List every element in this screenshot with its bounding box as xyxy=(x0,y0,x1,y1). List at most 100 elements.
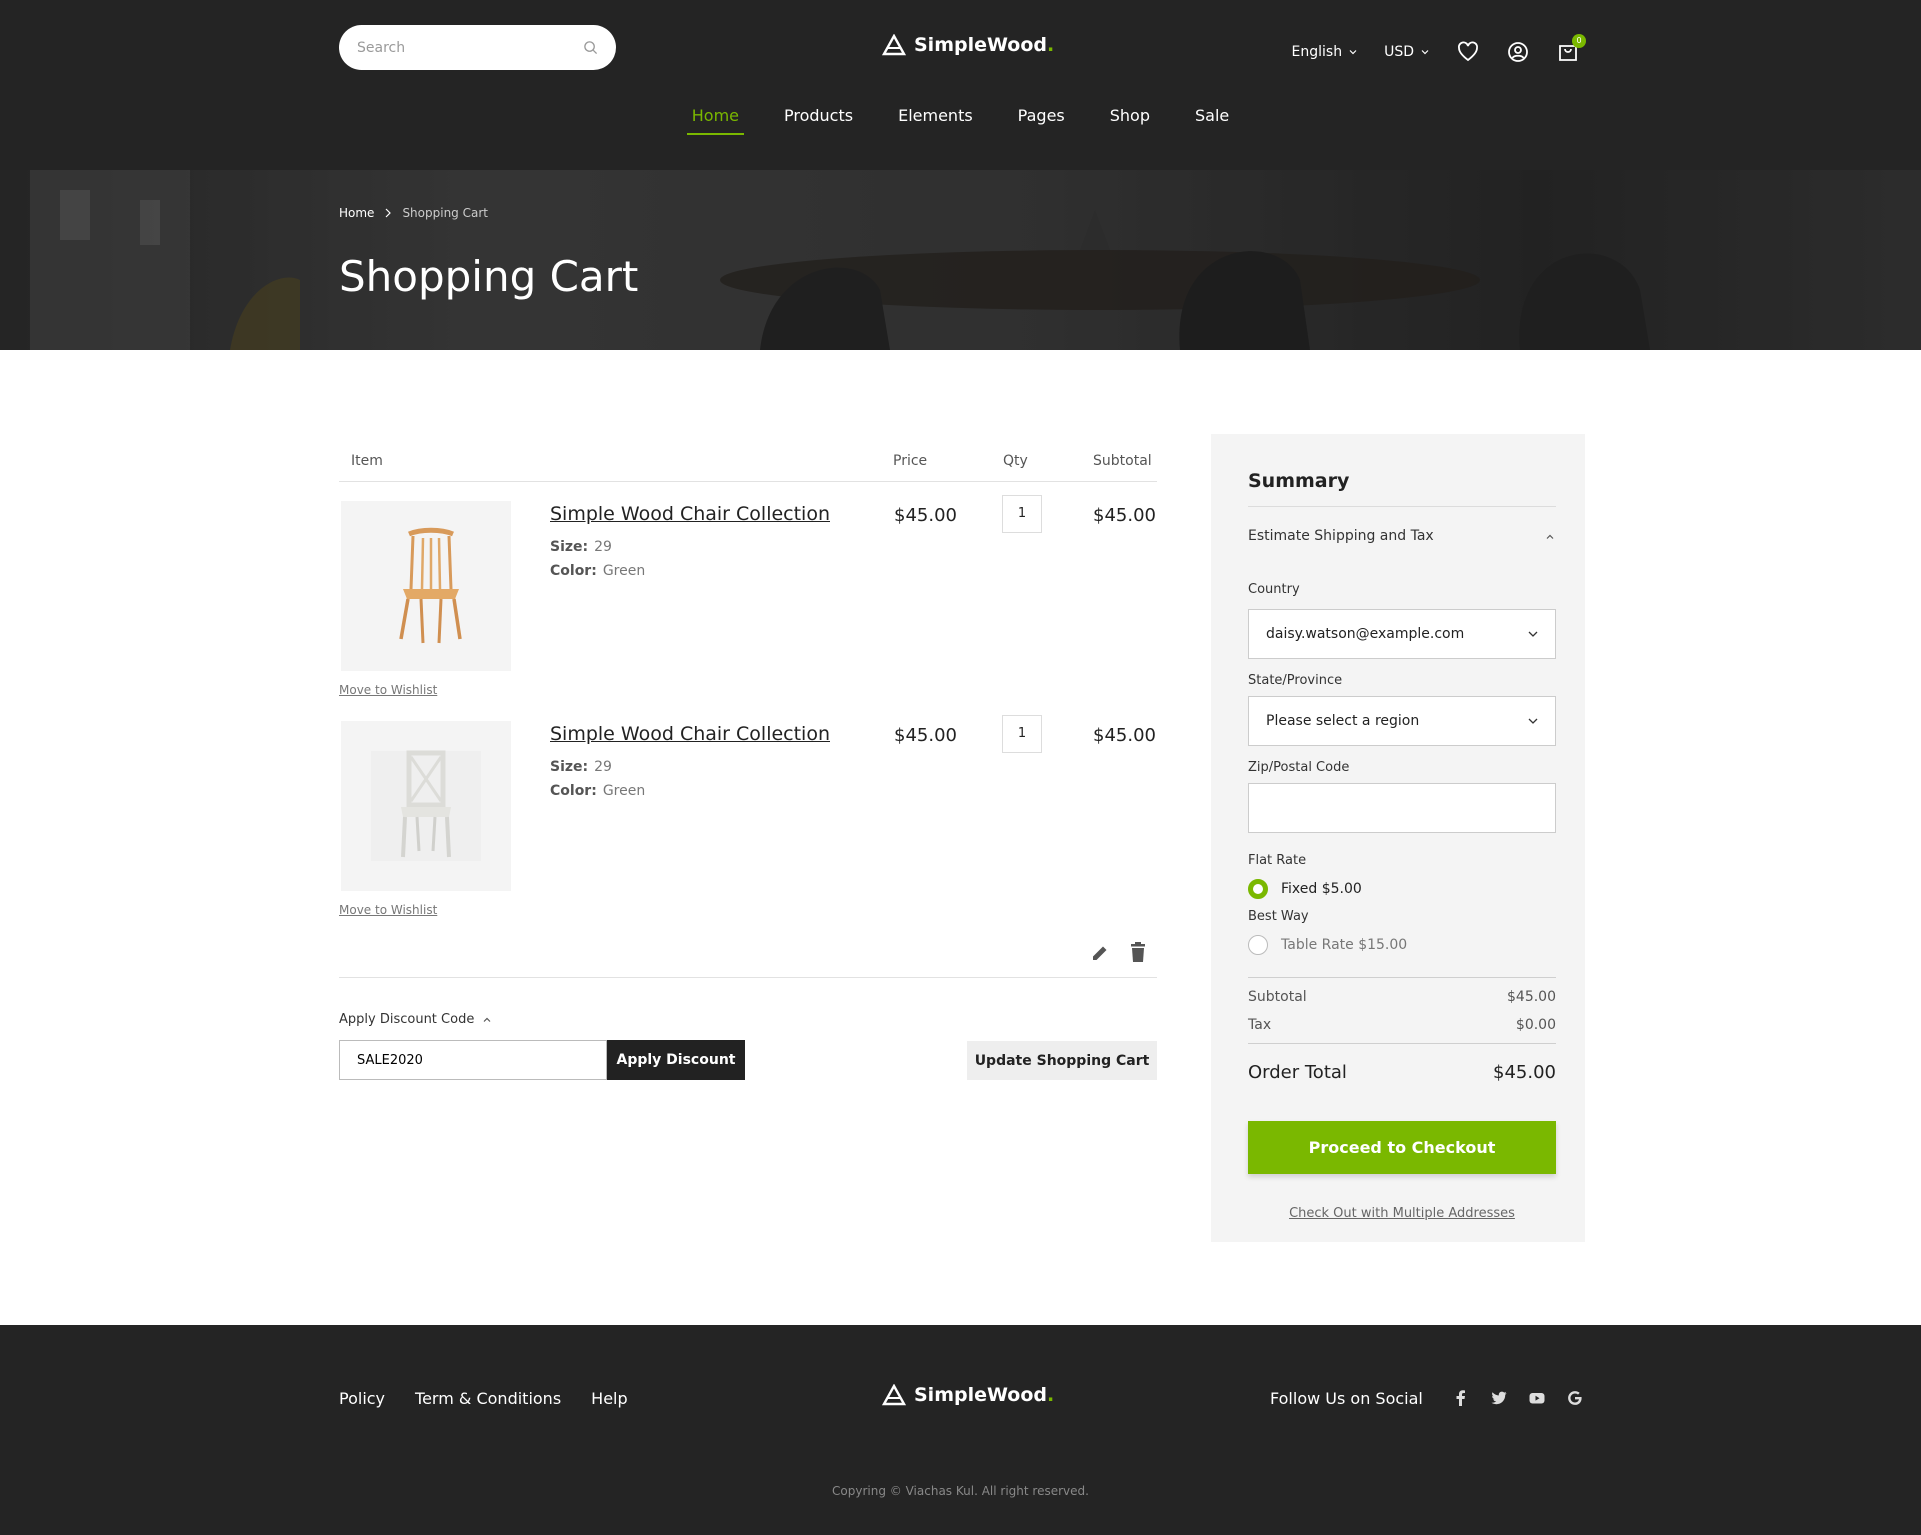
product-color: Color: Green xyxy=(550,783,645,799)
product-image[interactable] xyxy=(341,721,511,891)
heart-icon[interactable] xyxy=(1456,40,1480,64)
size-label: Size: xyxy=(550,539,589,555)
discount-toggle[interactable]: Apply Discount Code xyxy=(339,1012,492,1027)
flat-rate-label: Flat Rate xyxy=(1248,853,1307,868)
product-size: Size: 29 xyxy=(550,539,612,555)
edit-icon[interactable] xyxy=(1090,943,1110,963)
chevron-down-icon xyxy=(1421,50,1429,55)
currency-label: USD xyxy=(1384,44,1414,60)
nav-pages[interactable]: Pages xyxy=(1013,106,1070,135)
order-summary: Summary Estimate Shipping and Tax Countr… xyxy=(1211,434,1585,1242)
state-select[interactable]: Please select a region xyxy=(1248,696,1556,746)
item-price: $45.00 xyxy=(894,725,957,746)
cart-button[interactable]: 0 xyxy=(1556,34,1586,64)
estimate-shipping-toggle[interactable]: Estimate Shipping and Tax xyxy=(1248,528,1434,544)
breadcrumb: Home Shopping Cart xyxy=(339,206,488,220)
brand-dot: . xyxy=(1046,1384,1055,1406)
twitter-icon[interactable] xyxy=(1490,1389,1508,1407)
google-icon[interactable] xyxy=(1566,1389,1584,1407)
update-cart-button[interactable]: Update Shopping Cart xyxy=(967,1041,1157,1080)
nav-home[interactable]: Home xyxy=(686,106,744,135)
table-rate-radio[interactable] xyxy=(1248,935,1268,955)
tax-label: Tax xyxy=(1248,1017,1272,1033)
state-label: State/Province xyxy=(1248,673,1343,688)
table-divider xyxy=(339,481,1157,482)
color-label: Color: xyxy=(550,783,597,799)
nav-sale[interactable]: Sale xyxy=(1190,106,1234,135)
flat-rate-option[interactable]: Fixed $5.00 xyxy=(1281,881,1362,897)
search-input[interactable] xyxy=(357,25,577,70)
user-icon[interactable] xyxy=(1506,40,1530,64)
move-to-wishlist-link[interactable]: Move to Wishlist xyxy=(339,903,437,917)
youtube-icon[interactable] xyxy=(1528,1389,1546,1407)
color-value: Green xyxy=(602,563,646,579)
language-label: English xyxy=(1291,44,1343,60)
move-to-wishlist-link[interactable]: Move to Wishlist xyxy=(339,683,437,697)
tax-row: Tax $0.00 xyxy=(1248,1017,1556,1033)
logo-icon xyxy=(882,34,906,56)
best-way-label: Best Way xyxy=(1248,909,1309,924)
search-box[interactable] xyxy=(339,25,616,70)
discount-code-input[interactable] xyxy=(339,1040,607,1080)
tax-value: $0.00 xyxy=(1515,1017,1556,1033)
col-qty-header: Qty xyxy=(1003,453,1028,469)
logo-icon xyxy=(882,1384,906,1406)
subtotal-row: Subtotal $45.00 xyxy=(1248,989,1556,1005)
item-subtotal: $45.00 xyxy=(1093,505,1156,526)
footer-logo[interactable]: SimpleWood. xyxy=(882,1384,1054,1406)
footer-link-policy[interactable]: Policy xyxy=(339,1389,385,1408)
apply-discount-button[interactable]: Apply Discount xyxy=(607,1040,745,1080)
quantity-input[interactable]: 1 xyxy=(1002,495,1042,533)
country-select[interactable]: daisy.watson@example.com xyxy=(1248,609,1556,659)
white-chair-image xyxy=(371,750,481,861)
flat-rate-radio[interactable] xyxy=(1248,879,1268,899)
chevron-down-icon xyxy=(1349,50,1357,55)
size-label: Size: xyxy=(550,759,589,775)
color-value: Green xyxy=(602,783,646,799)
table-rate-option[interactable]: Table Rate $15.00 xyxy=(1281,937,1407,953)
order-total-value: $45.00 xyxy=(1493,1062,1556,1083)
summary-title: Summary xyxy=(1248,470,1350,492)
language-select[interactable]: English xyxy=(1292,44,1359,60)
product-size: Size: 29 xyxy=(550,759,612,775)
nav-products[interactable]: Products xyxy=(779,106,858,135)
footer-link-terms[interactable]: Term & Conditions xyxy=(415,1389,561,1408)
quantity-input[interactable]: 1 xyxy=(1002,715,1042,753)
social-links xyxy=(1452,1389,1584,1407)
nav-shop[interactable]: Shop xyxy=(1105,106,1155,135)
product-name[interactable]: Simple Wood Chair Collection xyxy=(550,723,830,745)
summary-divider xyxy=(1248,977,1556,978)
col-price-header: Price xyxy=(893,453,928,469)
page-title: Shopping Cart xyxy=(339,252,639,301)
site-logo[interactable]: SimpleWood. xyxy=(882,34,1054,56)
zip-input[interactable] xyxy=(1248,783,1556,833)
brand-dot: . xyxy=(1046,34,1055,56)
trash-icon[interactable] xyxy=(1129,942,1147,963)
breadcrumb-home[interactable]: Home xyxy=(339,206,374,220)
multiple-addresses-link[interactable]: Check Out with Multiple Addresses xyxy=(1248,1206,1556,1221)
col-item-header: Item xyxy=(351,453,383,469)
nav-elements[interactable]: Elements xyxy=(893,106,978,135)
header-actions: English USD 0 xyxy=(1292,34,1586,64)
facebook-icon[interactable] xyxy=(1452,1389,1470,1407)
chevron-up-icon xyxy=(483,1017,491,1022)
item-subtotal: $45.00 xyxy=(1093,725,1156,746)
summary-divider xyxy=(1248,1043,1556,1044)
site-header: SimpleWood. English USD 0 Home Products … xyxy=(0,0,1921,170)
footer-link-help[interactable]: Help xyxy=(591,1389,627,1408)
zip-label: Zip/Postal Code xyxy=(1248,760,1350,775)
brand-name: SimpleWood xyxy=(914,1384,1047,1406)
order-total-row: Order Total $45.00 xyxy=(1248,1062,1556,1083)
chevron-down-icon xyxy=(1528,631,1538,637)
banner-overlay xyxy=(0,170,1921,350)
product-name[interactable]: Simple Wood Chair Collection xyxy=(550,503,830,525)
product-color: Color: Green xyxy=(550,563,645,579)
country-value: daisy.watson@example.com xyxy=(1266,626,1465,642)
proceed-to-checkout-button[interactable]: Proceed to Checkout xyxy=(1248,1121,1556,1174)
state-value: Please select a region xyxy=(1266,713,1420,729)
search-icon[interactable] xyxy=(583,40,598,55)
follow-us-label: Follow Us on Social xyxy=(1270,1389,1423,1408)
product-image[interactable] xyxy=(341,501,511,671)
chevron-up-icon[interactable] xyxy=(1545,532,1555,542)
currency-select[interactable]: USD xyxy=(1384,44,1430,60)
